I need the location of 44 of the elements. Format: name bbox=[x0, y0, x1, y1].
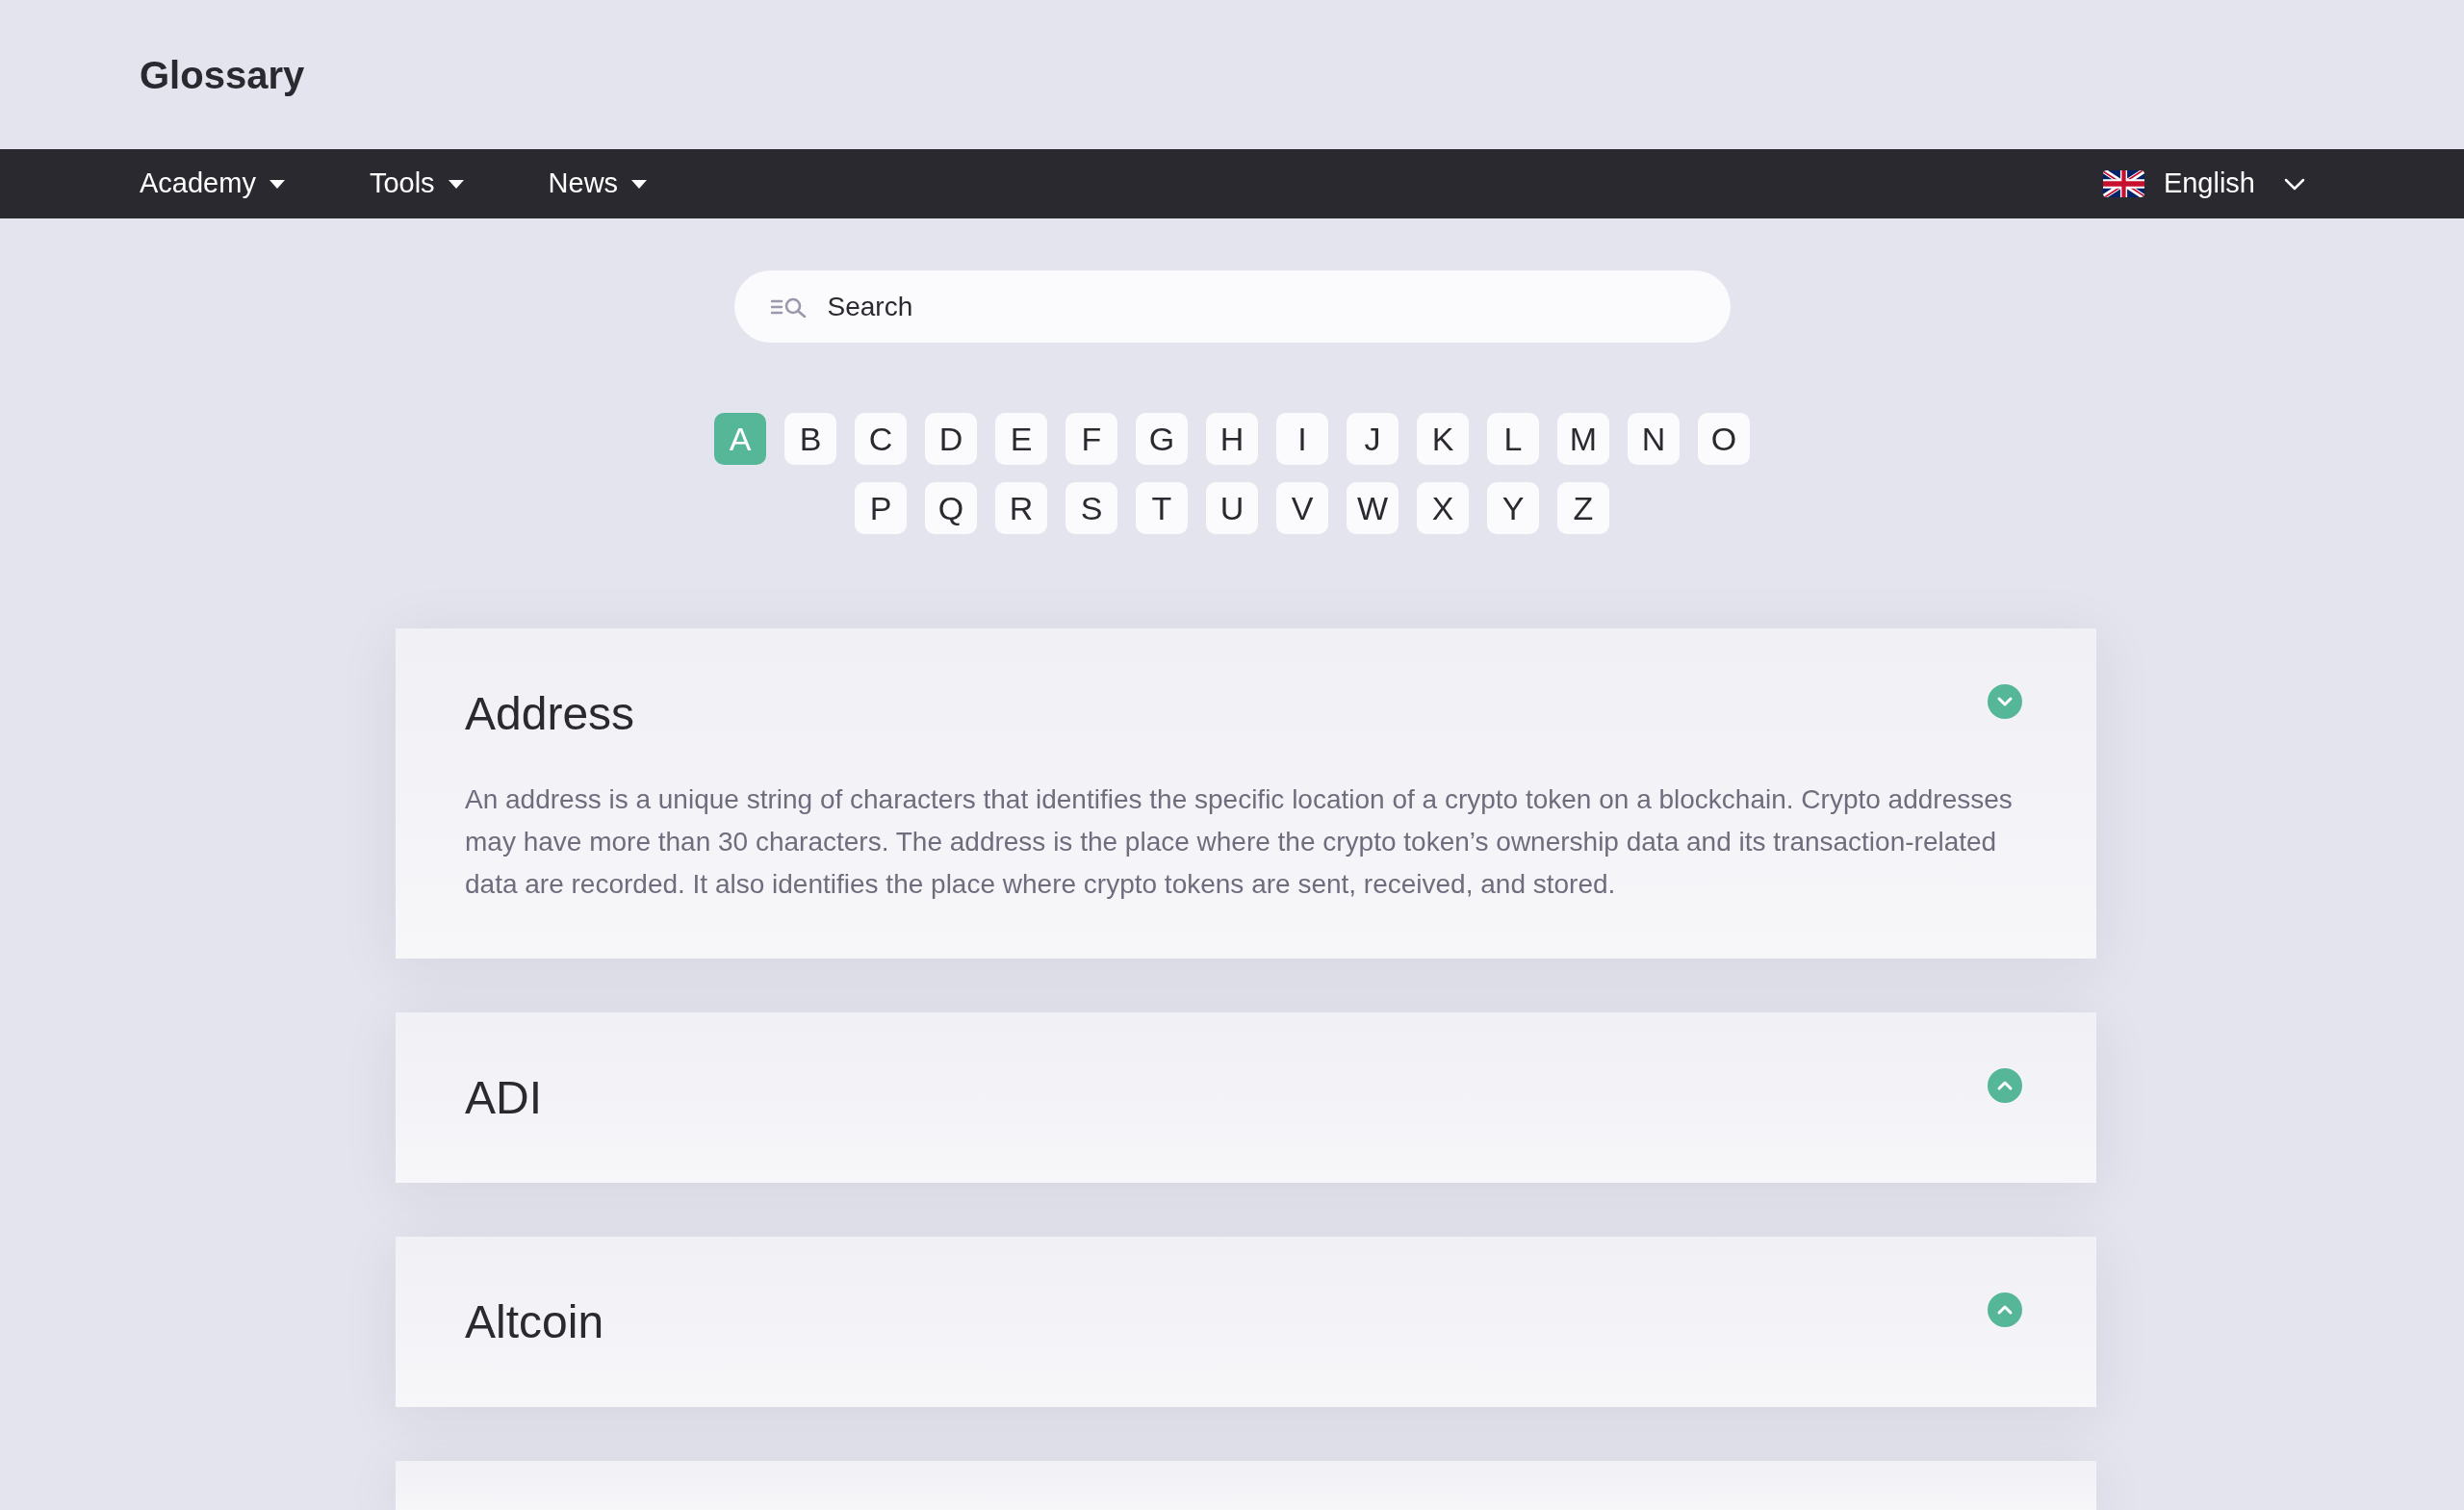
nav-menu[interactable]: News bbox=[548, 163, 648, 205]
letter-filter[interactable]: R bbox=[995, 482, 1047, 534]
letter-filter[interactable]: Z bbox=[1557, 482, 1609, 534]
term-title: Address bbox=[465, 687, 635, 741]
letter-filter[interactable]: Y bbox=[1487, 482, 1539, 534]
letter-filter[interactable]: D bbox=[925, 413, 977, 465]
letter-filter[interactable]: I bbox=[1276, 413, 1328, 465]
letter-filter[interactable]: M bbox=[1557, 413, 1609, 465]
letter-filter[interactable]: X bbox=[1417, 482, 1469, 534]
letter-filter[interactable]: N bbox=[1628, 413, 1680, 465]
letter-filter[interactable]: G bbox=[1136, 413, 1188, 465]
letter-filter[interactable]: F bbox=[1065, 413, 1117, 465]
search-field[interactable]: Search bbox=[733, 270, 1731, 343]
letter-filter[interactable]: C bbox=[855, 413, 907, 465]
term-title: ADI bbox=[465, 1071, 542, 1125]
letter-filter[interactable]: Q bbox=[925, 482, 977, 534]
nav-menu[interactable]: Tools bbox=[369, 163, 464, 205]
caret-down-icon bbox=[631, 179, 648, 189]
page-title: Glossary bbox=[140, 55, 305, 94]
chevron-down-icon[interactable] bbox=[1988, 684, 2022, 719]
letter-filter[interactable]: O bbox=[1698, 413, 1750, 465]
language-selector[interactable]: English bbox=[2102, 163, 2305, 205]
term-definition: An address is a unique string of characters that identifies the specific location of a crypto token on a blockchain. Crypto addresses may have more than 30 characters. The address is the place where the crypto token’s ownership data and its transaction-related data are recorded. It also identifies the place where crypto tokens are sent, received, and stored. bbox=[465, 783, 2014, 901]
letter-filter[interactable]: L bbox=[1487, 413, 1539, 465]
letter-filter[interactable]: E bbox=[995, 413, 1047, 465]
term-title: Altcoin bbox=[465, 1295, 604, 1349]
letter-filter[interactable]: T bbox=[1136, 482, 1188, 534]
letter-filter[interactable]: K bbox=[1417, 413, 1469, 465]
letter-filter[interactable]: W bbox=[1347, 482, 1399, 534]
search-icon bbox=[770, 296, 808, 318]
letter-filter[interactable]: U bbox=[1206, 482, 1258, 534]
letter-filter[interactable]: S bbox=[1065, 482, 1117, 534]
letter-filter[interactable]: P bbox=[855, 482, 907, 534]
letter-filter[interactable]: H bbox=[1206, 413, 1258, 465]
chevron-down-icon bbox=[2284, 177, 2305, 191]
chevron-up-icon[interactable] bbox=[1988, 1292, 2022, 1327]
letter-filter[interactable]: V bbox=[1276, 482, 1328, 534]
chevron-up-icon[interactable] bbox=[1988, 1068, 2022, 1103]
letter-filter[interactable]: J bbox=[1347, 413, 1399, 465]
nav-menu[interactable]: Academy bbox=[140, 163, 285, 205]
caret-down-icon bbox=[269, 179, 285, 189]
caret-down-icon bbox=[448, 179, 464, 189]
letter-filter[interactable]: B bbox=[784, 413, 836, 465]
uk-flag-icon bbox=[2102, 170, 2144, 197]
